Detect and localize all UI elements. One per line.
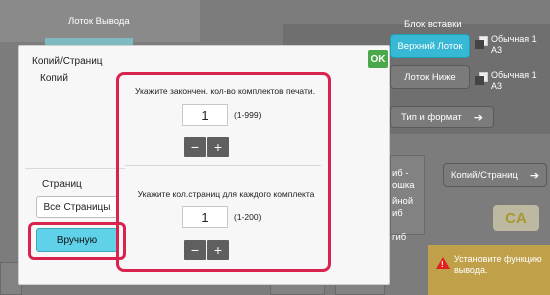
partial-label-4: иб bbox=[392, 208, 403, 219]
paper-info-upper: Обычная 1 A3 bbox=[475, 34, 537, 56]
paper-size-lower: A3 bbox=[491, 81, 503, 91]
divider bbox=[25, 168, 125, 169]
type-size-button: Тип и формат ➔ bbox=[390, 106, 494, 128]
insert-unit-label: Блок вставки bbox=[404, 19, 462, 30]
paper-type-lower: Обычная 1 bbox=[491, 70, 537, 80]
ca-button: CA bbox=[493, 205, 539, 231]
copies-label: Копий bbox=[40, 73, 68, 84]
partial-label-3: йной bbox=[392, 196, 414, 207]
partial-label-5: гиб bbox=[392, 232, 407, 243]
arrow-right-icon: ➔ bbox=[473, 111, 483, 124]
dialog-title: Копий/Страниц bbox=[32, 56, 103, 67]
type-size-label: Тип и формат bbox=[401, 111, 462, 123]
lower-tray-button: Лоток Ниже bbox=[390, 65, 470, 89]
arrow-right-icon: ➔ bbox=[529, 169, 540, 182]
copies-sets-bg-label: Копий/Страниц bbox=[450, 169, 518, 181]
inputs-highlight bbox=[116, 72, 331, 272]
paper-icon bbox=[475, 36, 488, 49]
paper-info-lower: Обычная 1 A3 bbox=[475, 70, 537, 92]
warning-banner: ! Установите функцию вывода. bbox=[428, 245, 550, 295]
upper-tray-button: Верхний Лоток bbox=[390, 34, 470, 58]
manual-highlight bbox=[28, 222, 126, 260]
paper-size-upper: A3 bbox=[491, 45, 503, 55]
output-tray-label: Лоток Вывода bbox=[68, 16, 130, 27]
paper-icon bbox=[475, 72, 488, 85]
pages-label: Страниц bbox=[42, 179, 82, 190]
copies-sets-bg-button: Копий/Страниц ➔ bbox=[443, 163, 547, 187]
warning-text: Установите функцию вывода. bbox=[454, 254, 542, 275]
paper-type-upper: Обычная 1 bbox=[491, 34, 537, 44]
background-side-box bbox=[390, 155, 425, 235]
ok-button[interactable]: OK bbox=[368, 50, 388, 68]
partial-label-2: ошка bbox=[392, 180, 415, 191]
partial-label-1: иб - bbox=[392, 168, 409, 179]
all-pages-button[interactable]: Все Страницы bbox=[36, 196, 118, 218]
warning-icon: ! bbox=[436, 257, 450, 269]
